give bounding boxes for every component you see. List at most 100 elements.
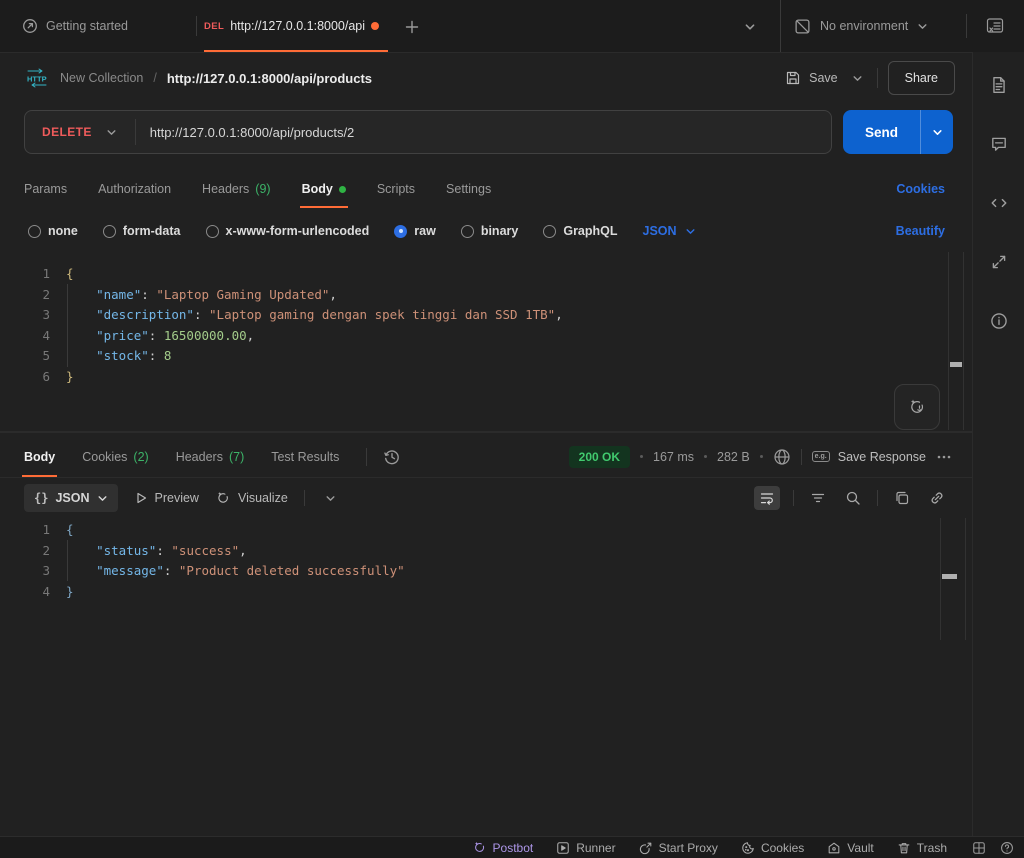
help-icon[interactable] bbox=[1000, 841, 1014, 855]
statusbar-trash[interactable]: Trash bbox=[897, 841, 947, 855]
body-type-raw[interactable]: raw bbox=[394, 224, 436, 238]
code-line[interactable]: 1{ bbox=[0, 264, 940, 285]
save-button[interactable]: Save bbox=[785, 70, 838, 86]
response-history-icon[interactable] bbox=[383, 448, 401, 466]
visualize-options-chevron[interactable] bbox=[321, 491, 340, 506]
request-tabs-row: Params Authorization Headers(9) Body Scr… bbox=[0, 170, 972, 208]
breadcrumb-request-title[interactable]: http://127.0.0.1:8000/api/products bbox=[167, 71, 372, 86]
breadcrumb-separator: / bbox=[153, 71, 156, 85]
share-button[interactable]: Share bbox=[888, 61, 955, 95]
http-collection-icon: HTTP bbox=[24, 68, 50, 88]
raw-language-selector[interactable]: JSON bbox=[643, 224, 696, 238]
visualize-button[interactable]: Visualize bbox=[215, 490, 288, 506]
statusbar-cookies[interactable]: Cookies bbox=[741, 841, 804, 855]
statusbar-vault[interactable]: Vault bbox=[827, 841, 873, 855]
code-line[interactable]: 4} bbox=[0, 582, 936, 603]
cookies-link[interactable]: Cookies bbox=[896, 170, 945, 208]
new-tab-button[interactable] bbox=[402, 17, 422, 37]
preview-button[interactable]: Preview bbox=[134, 491, 199, 505]
response-tab-test-results[interactable]: Test Results bbox=[271, 436, 339, 477]
scrollbar-thumb[interactable] bbox=[942, 574, 957, 579]
response-meta: 200 OK 167 ms 282 B e.g. Save Response bbox=[569, 436, 952, 477]
code-line[interactable]: 5 "stock": 8 bbox=[0, 346, 940, 367]
pane-splitter[interactable] bbox=[0, 431, 972, 433]
url-input[interactable] bbox=[136, 125, 831, 140]
save-options-chevron[interactable] bbox=[848, 69, 867, 88]
tab-list-chevron-icon[interactable] bbox=[742, 20, 758, 34]
save-response-button[interactable]: e.g. Save Response bbox=[812, 450, 926, 464]
documentation-icon[interactable] bbox=[988, 74, 1010, 96]
more-actions-icon[interactable] bbox=[936, 453, 952, 461]
search-icon[interactable] bbox=[842, 487, 864, 509]
tab-scripts[interactable]: Scripts bbox=[377, 170, 415, 208]
topbar-divider bbox=[780, 0, 781, 52]
body-type-form-data[interactable]: form-data bbox=[103, 224, 181, 238]
status-badge[interactable]: 200 OK bbox=[569, 446, 630, 468]
response-body-viewer[interactable]: 1{2 "status": "success",3 "message": "Pr… bbox=[0, 518, 936, 638]
code-line[interactable]: 6} bbox=[0, 367, 940, 388]
environment-selector[interactable]: No environment bbox=[794, 0, 928, 52]
statusbar-postbot[interactable]: Postbot bbox=[472, 840, 534, 855]
comments-icon[interactable] bbox=[988, 133, 1010, 155]
code-line[interactable]: 4 "price": 16500000.00, bbox=[0, 326, 940, 347]
topbar-divider bbox=[966, 14, 967, 38]
tab-active-request[interactable]: DEL http://127.0.0.1:8000/api bbox=[204, 0, 388, 52]
example-icon: e.g. bbox=[812, 451, 830, 462]
related-requests-icon[interactable] bbox=[988, 251, 1010, 273]
code-line[interactable]: 3 "description": "Laptop gaming dengan s… bbox=[0, 305, 940, 326]
breadcrumb: HTTP New Collection / http://127.0.0.1:8… bbox=[24, 52, 372, 104]
send-label[interactable]: Send bbox=[843, 110, 920, 154]
statusbar-runner[interactable]: Runner bbox=[556, 841, 615, 855]
info-icon[interactable] bbox=[988, 310, 1010, 332]
line-number: 2 bbox=[0, 285, 66, 306]
tab-headers[interactable]: Headers(9) bbox=[202, 170, 271, 208]
response-tab-body[interactable]: Body bbox=[24, 436, 55, 477]
link-icon[interactable] bbox=[926, 487, 948, 509]
header-actions: Save Share bbox=[785, 52, 955, 104]
word-wrap-toggle[interactable] bbox=[754, 486, 780, 510]
breadcrumb-collection[interactable]: New Collection bbox=[60, 71, 143, 85]
code-snippet-icon[interactable] bbox=[988, 192, 1010, 214]
scrollbar-thumb[interactable] bbox=[950, 362, 962, 367]
tab-getting-started[interactable]: Getting started bbox=[22, 0, 182, 52]
response-toolbar: {} JSON Preview Visualize bbox=[0, 482, 972, 514]
tab-body[interactable]: Body bbox=[302, 170, 346, 208]
request-body-editor[interactable]: 1{2 "name": "Laptop Gaming Updated",3 "d… bbox=[0, 252, 940, 430]
tabs-divider bbox=[366, 448, 367, 466]
code-line[interactable]: 2 "status": "success", bbox=[0, 541, 936, 562]
environment-quick-look-icon[interactable] bbox=[984, 16, 1006, 36]
tab-settings[interactable]: Settings bbox=[446, 170, 491, 208]
send-options-chevron[interactable] bbox=[920, 110, 953, 154]
response-time[interactable]: 167 ms bbox=[653, 450, 694, 464]
filter-icon[interactable] bbox=[807, 487, 829, 509]
body-type-x-www-form-urlencoded[interactable]: x-www-form-urlencoded bbox=[206, 224, 370, 238]
body-type-graphql[interactable]: GraphQL bbox=[543, 224, 617, 238]
no-environment-icon bbox=[794, 18, 811, 35]
tab-params[interactable]: Params bbox=[24, 170, 67, 208]
panel-layout-icon[interactable] bbox=[972, 841, 986, 855]
beautify-link[interactable]: Beautify bbox=[896, 214, 945, 248]
line-number: 2 bbox=[0, 541, 66, 562]
method-label: DELETE bbox=[42, 125, 92, 139]
response-tab-cookies[interactable]: Cookies(2) bbox=[82, 436, 148, 477]
tab-method-badge: DEL bbox=[204, 21, 224, 32]
tab-title: http://127.0.0.1:8000/api bbox=[230, 19, 365, 33]
method-selector[interactable]: DELETE bbox=[25, 125, 135, 139]
body-type-binary[interactable]: binary bbox=[461, 224, 519, 238]
network-info-icon[interactable] bbox=[773, 448, 791, 466]
line-number: 6 bbox=[0, 367, 66, 388]
statusbar-start-proxy[interactable]: Start Proxy bbox=[639, 841, 718, 855]
copy-icon[interactable] bbox=[891, 487, 913, 509]
response-size[interactable]: 282 B bbox=[717, 450, 750, 464]
body-type-none[interactable]: none bbox=[28, 224, 78, 238]
response-format-selector[interactable]: {} JSON bbox=[24, 484, 118, 512]
radio-icon bbox=[103, 225, 116, 238]
code-line[interactable]: 1{ bbox=[0, 520, 936, 541]
code-line[interactable]: 2 "name": "Laptop Gaming Updated", bbox=[0, 285, 940, 306]
request-editor-scrollbar bbox=[948, 252, 964, 430]
postbot-button[interactable] bbox=[894, 384, 940, 430]
code-line[interactable]: 3 "message": "Product deleted successful… bbox=[0, 561, 936, 582]
send-button[interactable]: Send bbox=[843, 110, 953, 154]
response-tab-headers[interactable]: Headers(7) bbox=[176, 436, 245, 477]
tab-authorization[interactable]: Authorization bbox=[98, 170, 171, 208]
